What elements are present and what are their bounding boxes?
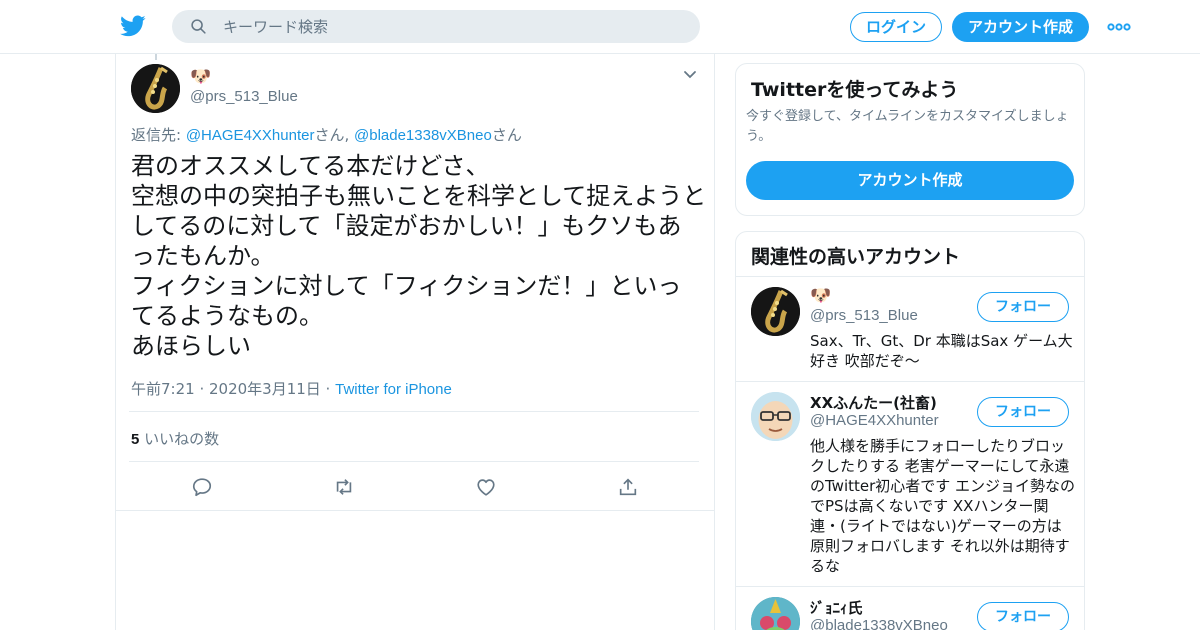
login-button[interactable]: ログイン bbox=[850, 12, 942, 42]
mention-link[interactable]: @blade1338vXBneo bbox=[354, 127, 492, 144]
divider bbox=[116, 510, 714, 511]
search-icon bbox=[191, 19, 206, 34]
account-avatar[interactable] bbox=[751, 392, 800, 441]
tweet-text-line: ったもんか。 bbox=[131, 242, 275, 270]
account-handle[interactable]: @blade1338vXBneo bbox=[810, 617, 948, 630]
more-options-icon[interactable] bbox=[1107, 21, 1131, 33]
mention-suffix: さん bbox=[491, 126, 522, 144]
account-bio: Sax、Tr、Gt、Dr 本職はSax ゲーム大 好き 吹部だぞ〜 bbox=[810, 331, 1073, 371]
signup-card-description-line: う。 bbox=[746, 129, 772, 144]
tweet-text-line: あほらしい bbox=[131, 332, 251, 360]
account-bio-line: 他人様を勝手にフォローしたりブロッ bbox=[810, 437, 1066, 455]
tweet-text-line: 空想の中の突拍子も無いことを科学として捉えようと bbox=[131, 182, 707, 210]
replying-prefix: 返信先: bbox=[131, 126, 186, 144]
signup-button[interactable]: アカウント作成 bbox=[952, 12, 1089, 42]
tweet-timestamp[interactable]: 午前7:21 · 2020年3月11日 · bbox=[131, 380, 335, 398]
divider bbox=[129, 461, 699, 462]
tweet-body: 君のオススメしてる本だけどさ、 空想の中の突拍子も無いことを科学として捉えようと… bbox=[131, 151, 706, 361]
saxophone-image-icon bbox=[751, 287, 800, 336]
top-navigation-bar: ログイン アカウント作成 bbox=[0, 0, 1200, 54]
signup-card-description-line: 今すぐ登録して、タイムラインをカスタマイズしましょ bbox=[746, 109, 1069, 124]
tweet-text-line: 君のオススメしてる本だけどさ、 bbox=[131, 152, 490, 180]
account-bio-line: のTwitter初心者です エンジョイ勢なの bbox=[810, 477, 1076, 495]
share-icon[interactable] bbox=[617, 476, 639, 498]
account-name[interactable]: ｼﾞｮﾆｨ氏 bbox=[810, 597, 863, 618]
replying-to: 返信先: @HAGE4XXhunterさん, @blade1338vXBneoさ… bbox=[131, 124, 522, 145]
like-count-label: いいねの数 bbox=[139, 430, 220, 448]
follow-button[interactable]: フォロー bbox=[977, 292, 1069, 322]
sidebar-signup-button[interactable]: アカウント作成 bbox=[746, 161, 1074, 200]
account-bio: 他人様を勝手にフォローしたりブロッ クしたりする 老害ゲーマーにして永遠 のTw… bbox=[810, 436, 1076, 576]
divider bbox=[129, 411, 699, 412]
account-bio-line: 連・(ライトではない)ゲーマーの方は bbox=[810, 517, 1062, 535]
mention-suffix: さん, bbox=[314, 126, 354, 144]
tweet-text-line: てるようなもの。 bbox=[131, 302, 323, 330]
account-bio-line: 好き 吹部だぞ〜 bbox=[810, 352, 920, 370]
account-avatar[interactable] bbox=[751, 287, 800, 336]
saxophone-image-icon bbox=[131, 64, 180, 113]
account-name[interactable]: XXふんたー(社畜) bbox=[810, 392, 937, 413]
mention-link[interactable]: @HAGE4XXhunter bbox=[186, 127, 315, 144]
chevron-down-icon[interactable] bbox=[683, 70, 697, 80]
signup-card-title: Twitterを使ってみよう bbox=[751, 79, 959, 101]
like-count[interactable]: 5 いいねの数 bbox=[131, 428, 219, 449]
signup-card-description: 今すぐ登録して、タイムラインをカスタマイズしましょ う。 bbox=[746, 107, 1076, 147]
account-bio-line: Sax、Tr、Gt、Dr 本職はSax ゲーム大 bbox=[810, 332, 1073, 350]
related-accounts-title: 関連性の高いアカウント bbox=[751, 246, 961, 268]
account-handle[interactable]: @prs_513_Blue bbox=[810, 307, 918, 324]
tweet-author-avatar[interactable] bbox=[131, 64, 180, 113]
twitter-bird-logo-icon[interactable] bbox=[119, 13, 147, 39]
reply-icon[interactable] bbox=[191, 476, 213, 498]
tweet-metadata: 午前7:21 · 2020年3月11日 · Twitter for iPhone bbox=[131, 378, 452, 399]
account-name[interactable]: 🐶 bbox=[810, 286, 831, 306]
tweet-text-line: してるのに対して「設定がおかしい！」もクソもあ bbox=[131, 212, 682, 240]
cartoon-face-icon bbox=[751, 392, 800, 441]
account-handle[interactable]: @HAGE4XXhunter bbox=[810, 412, 939, 429]
tweet-author-handle[interactable]: @prs_513_Blue bbox=[190, 88, 298, 105]
account-bio-line: でPSは高くないです XXハンター関 bbox=[810, 497, 1049, 515]
thread-connector-line bbox=[155, 54, 157, 60]
account-bio-line: 原則フォロバします それ以外は期待す bbox=[810, 537, 1070, 555]
account-bio-line: クしたりする 老害ゲーマーにして永遠 bbox=[810, 457, 1070, 475]
tweet-author-name[interactable]: 🐶 bbox=[190, 67, 211, 87]
tweet-text-line: フィクションに対して「フィクションだ！」といっ bbox=[131, 272, 682, 300]
search-bar[interactable] bbox=[172, 10, 700, 43]
follow-button[interactable]: フォロー bbox=[977, 397, 1069, 427]
retweet-icon[interactable] bbox=[333, 476, 355, 498]
account-bio-line: るな bbox=[810, 557, 841, 575]
search-input[interactable] bbox=[223, 16, 683, 38]
like-icon[interactable] bbox=[475, 476, 497, 498]
follow-button[interactable]: フォロー bbox=[977, 602, 1069, 630]
tweet-source-link[interactable]: Twitter for iPhone bbox=[335, 381, 452, 398]
